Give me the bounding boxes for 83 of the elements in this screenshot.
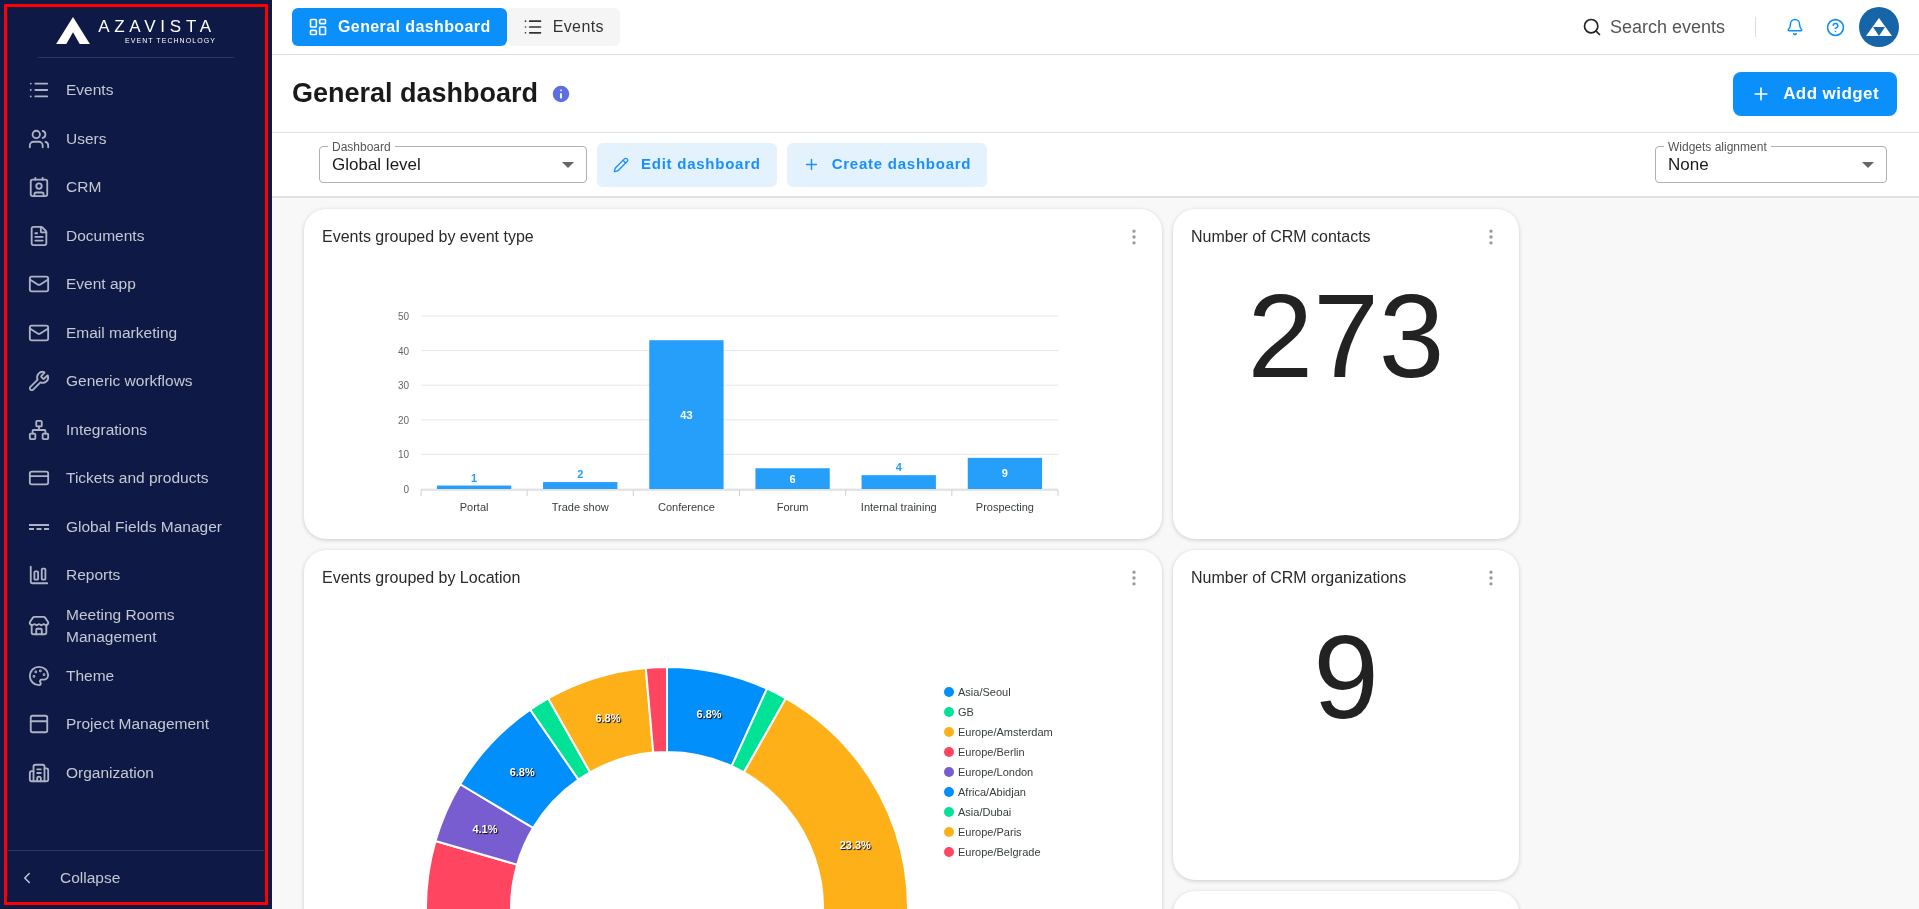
widget-title: Events grouped by Location <box>322 568 521 588</box>
data-label: 4.1% <box>472 822 498 835</box>
legend-label: GB <box>958 704 974 720</box>
sidebar-item[interactable]: Integrations <box>0 405 272 454</box>
data-label: 6 <box>789 472 796 485</box>
data-label: 9 <box>1001 467 1008 480</box>
legend-label: Asia/Dubai <box>958 804 1012 820</box>
people-icon <box>28 127 50 150</box>
sidebar-item[interactable]: Project Management <box>0 700 272 749</box>
axis-tick-label: 0 <box>403 484 409 495</box>
logo-name: AZAVISTA <box>98 17 216 35</box>
search-field[interactable]: Search events <box>1581 13 1725 41</box>
sidebar-item[interactable]: Theme <box>0 651 272 700</box>
store-icon <box>28 614 50 637</box>
category-label: Conference <box>658 501 715 513</box>
axis-tick-label: 50 <box>397 311 409 322</box>
caret-icon <box>1862 161 1874 168</box>
data-label: 4 <box>895 461 902 474</box>
widget-title: Number of CRM organizations <box>1191 568 1407 588</box>
logo-icon <box>56 16 91 45</box>
data-label: 23.3% <box>839 839 871 852</box>
legend-label: Europe/Amsterdam <box>958 724 1053 740</box>
building-icon <box>28 761 50 784</box>
category-label: Internal training <box>860 501 937 513</box>
sidebar-item[interactable]: Reports <box>0 551 272 600</box>
sidebar-item[interactable]: Events <box>0 66 272 115</box>
document-icon <box>28 224 50 247</box>
axis-tick-label: 30 <box>397 380 409 392</box>
network-icon <box>28 418 50 441</box>
legend-label: Asia/Seoul <box>958 684 1011 700</box>
stat-number: 273 <box>1247 277 1445 395</box>
contact-card-icon <box>28 176 50 199</box>
sidebar-item[interactable]: Organization <box>0 748 272 797</box>
top-tab[interactable]: Events <box>506 8 620 46</box>
dashes-icon <box>29 523 49 530</box>
list-icon <box>522 17 543 37</box>
legend-label: Africa/Abidjan <box>958 784 1026 800</box>
select-value: Global level <box>332 153 422 176</box>
axis-tick-label: 40 <box>397 345 409 357</box>
panel-icon <box>28 713 50 736</box>
data-label: 2 <box>577 468 584 481</box>
data-label: 43 <box>680 408 693 421</box>
sidebar-item[interactable]: Event app <box>0 260 272 309</box>
page-title: General dashboard <box>292 77 539 111</box>
sidebar-item[interactable]: Global Fields Manager <box>0 502 272 551</box>
widget-title: Number of CRM contacts <box>1191 227 1371 247</box>
select-value: None <box>1668 154 1710 176</box>
sidebar-item[interactable]: CRM <box>0 163 272 212</box>
wrench-icon <box>28 370 50 393</box>
pencil-icon <box>613 156 629 173</box>
palette-icon <box>28 664 50 687</box>
axis-tick-label: 20 <box>397 414 409 426</box>
sidebar-item[interactable]: Meeting Rooms Management <box>0 599 272 652</box>
sidebar-item[interactable]: Users <box>0 114 272 163</box>
legend-label: Europe/Paris <box>958 824 1022 840</box>
caret-icon <box>562 161 574 168</box>
bar-chart-icon <box>28 564 50 587</box>
axis-tick-label: 10 <box>397 449 409 461</box>
legend-label: Europe/Belgrade <box>958 844 1041 860</box>
triangles-icon <box>1866 18 1892 36</box>
sidebar-item[interactable]: Documents <box>0 211 272 260</box>
category-label: Forum <box>776 501 809 513</box>
sidebar-item[interactable]: Tickets and products <box>0 454 272 503</box>
search-icon <box>1581 17 1602 37</box>
legend-label: Europe/London <box>958 764 1034 780</box>
category-label: Trade show <box>551 501 609 513</box>
data-label: 6.8% <box>509 766 535 779</box>
data-label: 1 <box>471 471 478 484</box>
stat-number: 9 <box>1313 618 1379 736</box>
avatar[interactable] <box>1859 7 1899 47</box>
widget-title: Events grouped by event type <box>322 227 534 247</box>
data-label: 6.8% <box>696 708 722 720</box>
bell-icon[interactable] <box>1786 18 1804 36</box>
help-icon[interactable] <box>1826 17 1845 37</box>
dashboard-icon <box>308 17 328 37</box>
sidebar-item[interactable]: Generic workflows <box>0 357 272 406</box>
sidebar-item[interactable]: Email marketing <box>0 308 272 357</box>
legend-label: Europe/Berlin <box>958 744 1025 760</box>
category-label: Portal <box>459 501 489 513</box>
category-label: Prospecting <box>975 501 1034 513</box>
data-label: 6.8% <box>595 712 621 725</box>
collapse-button[interactable]: Collapse <box>0 851 272 905</box>
info-icon[interactable] <box>550 82 573 105</box>
